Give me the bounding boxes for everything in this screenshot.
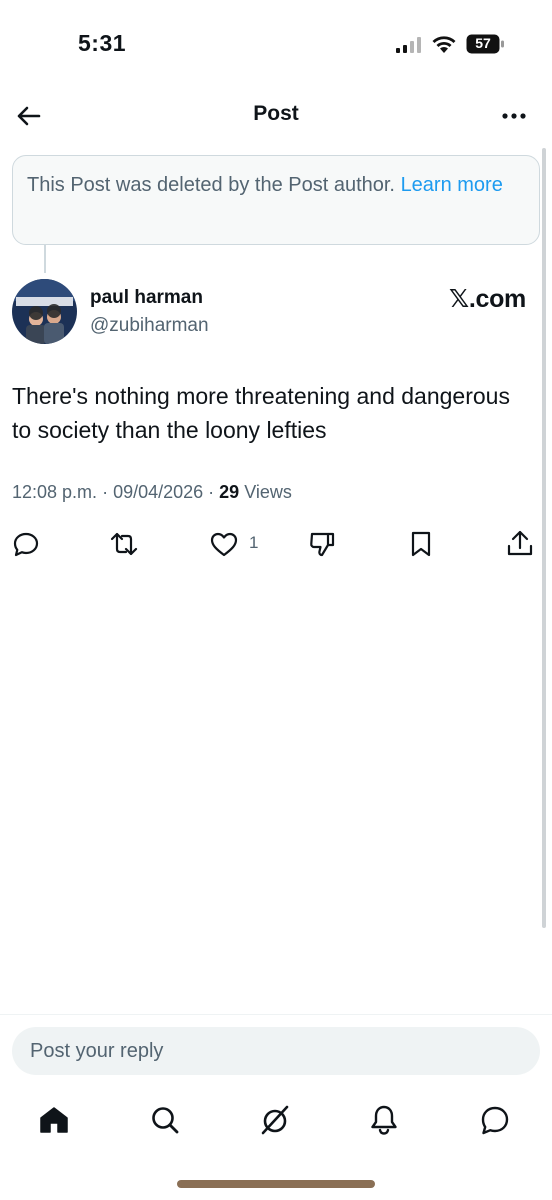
post-actions: 1 — [0, 524, 552, 564]
author-name[interactable]: paul harman — [90, 287, 203, 309]
status-time: 5:31 — [78, 30, 127, 56]
views-label[interactable]: Views — [244, 482, 292, 502]
status-bar: 5:31 57 — [0, 0, 552, 90]
avatar[interactable] — [12, 279, 77, 344]
source-badge: 𝕏.com — [449, 285, 526, 313]
repost-icon[interactable] — [108, 528, 140, 560]
reply-icon[interactable] — [10, 528, 42, 560]
post-meta: 12:08 p.m. · 09/04/2026 · 29 Views — [12, 482, 292, 502]
learn-more-link[interactable]: Learn more — [401, 174, 503, 196]
thread-connector — [44, 245, 46, 273]
top-nav: Post — [0, 90, 552, 142]
post-date: 09/04/2026 — [113, 482, 204, 502]
more-options-icon[interactable] — [498, 100, 530, 132]
signal-icon — [396, 37, 421, 53]
views-count: 29 — [219, 482, 240, 502]
like-count: 1 — [249, 533, 259, 552]
dislike-icon[interactable] — [306, 528, 338, 560]
post-time: 12:08 p.m. — [12, 482, 98, 502]
search-icon[interactable] — [148, 1103, 182, 1137]
grok-icon[interactable] — [258, 1103, 292, 1137]
page-title: Post — [253, 102, 299, 125]
home-indicator[interactable] — [177, 1180, 375, 1188]
avatar-image — [12, 279, 77, 344]
reply-input[interactable]: Post your reply — [12, 1027, 540, 1075]
bookmark-icon[interactable] — [405, 528, 437, 560]
battery-level: 57 — [475, 35, 491, 51]
home-icon[interactable] — [37, 1103, 71, 1137]
wifi-icon — [432, 36, 456, 53]
like-icon[interactable] — [208, 528, 240, 560]
messages-icon[interactable] — [478, 1103, 512, 1137]
deleted-post-notice: This Post was deleted by the Post author… — [12, 155, 540, 245]
battery-indicator: 57 — [466, 34, 506, 59]
author-handle[interactable]: @zubiharman — [90, 315, 209, 337]
deleted-notice-text: This Post was deleted by the Post author… — [27, 174, 395, 196]
reply-divider — [0, 1014, 552, 1015]
bottom-tab-bar — [0, 1095, 552, 1145]
post-text: There's nothing more threatening and dan… — [12, 383, 510, 443]
notifications-icon[interactable] — [367, 1103, 401, 1137]
share-icon[interactable] — [504, 528, 536, 560]
